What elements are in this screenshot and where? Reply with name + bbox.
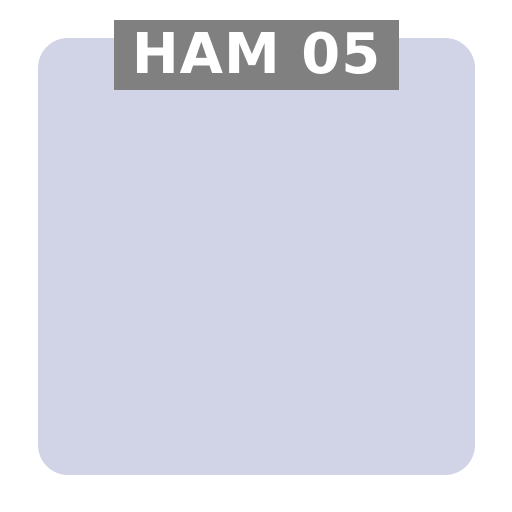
- color-swatch-tile: HAM 05: [0, 0, 512, 512]
- swatch-label: HAM 05: [114, 20, 399, 90]
- color-swatch: [38, 38, 475, 475]
